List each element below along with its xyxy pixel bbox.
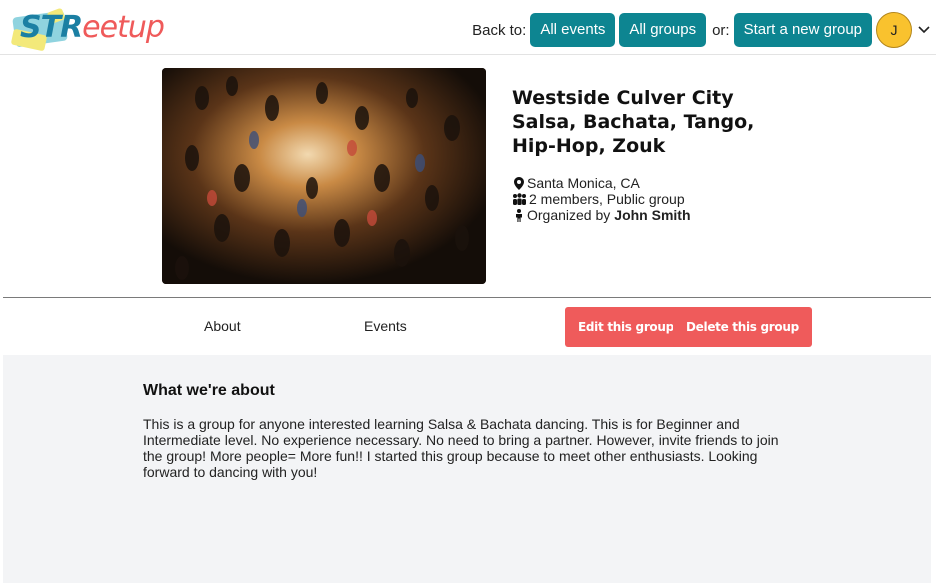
all-events-button[interactable]: All events [530,13,616,47]
location-row: Santa Monica, CA [512,175,691,191]
person-icon [512,208,525,222]
group-meta: Santa Monica, CA 2 members, Public group… [512,175,691,223]
organizer-name[interactable]: John Smith [614,207,690,223]
about-description: This is a group for anyone interested le… [143,416,779,480]
group-title: Westside Culver City Salsa, Bachata, Tan… [512,87,755,157]
logo-wordmark: STReetup [20,10,165,45]
streetup-logo[interactable]: STReetup [8,4,165,54]
delete-group-button[interactable]: Delete this group [673,307,812,347]
or-label: or: [712,21,730,39]
group-cover-image [162,68,486,284]
users-icon [512,192,527,206]
all-groups-button[interactable]: All groups [619,13,707,47]
about-heading: What we're about [143,382,275,399]
chevron-down-icon[interactable] [914,20,934,40]
organized-by-label: Organized by [527,207,611,223]
organizer-row: Organized by John Smith [512,207,691,223]
back-to-label: Back to: [472,21,527,39]
map-pin-icon [512,176,525,190]
header-nav: Back to: All events All groups or: Start… [472,12,936,48]
about-panel: What we're about This is a group for any… [3,355,931,583]
tab-about[interactable]: About [204,318,241,334]
section-divider [3,297,931,298]
tab-events[interactable]: Events [364,318,407,334]
members-row: 2 members, Public group [512,191,691,207]
edit-group-button[interactable]: Edit this group [565,307,687,347]
top-header: STReetup Back to: All events All groups … [0,0,936,55]
location-text: Santa Monica, CA [527,175,640,191]
members-text: 2 members, Public group [529,191,685,207]
user-avatar[interactable]: J [876,12,912,48]
start-new-group-button[interactable]: Start a new group [733,13,872,47]
